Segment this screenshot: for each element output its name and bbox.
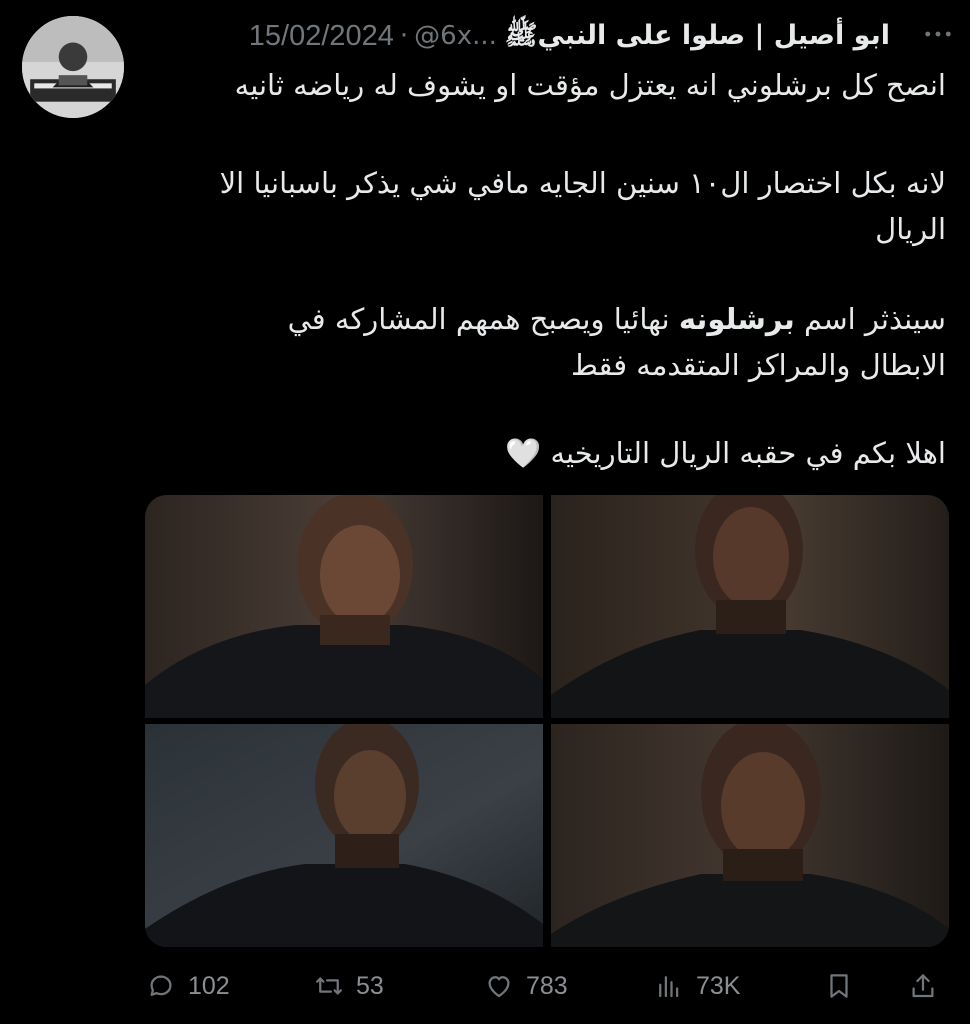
views-count: 73K (696, 971, 741, 1000)
tweet-text-segment: اهلا بكم في حقبه الريال التاريخيه (550, 436, 946, 470)
tweet-text-segment: نهائيا ويصبح همهم المشاركه في (287, 302, 670, 336)
tweet-text-line: الابطال والمراكز المتقدمه فقط (571, 348, 946, 382)
action-bar: 102 53 783 73K (0, 960, 970, 1012)
more-dots-icon (925, 31, 951, 37)
reply-icon (150, 975, 172, 996)
tweet-date[interactable]: 15/02/2024 (249, 14, 394, 58)
player-photo-2[interactable] (551, 495, 949, 718)
media-grid (145, 495, 949, 947)
analytics-bars-icon (659, 976, 679, 998)
retweet-button[interactable]: 53 (314, 960, 384, 1012)
player-photo-3[interactable] (145, 724, 543, 947)
like-count: 783 (526, 971, 568, 1000)
views-button[interactable]: 73K (654, 960, 740, 1012)
reply-button[interactable]: 102 (146, 960, 230, 1012)
author-avatar[interactable] (22, 16, 124, 118)
tweet-text-line: اهلا بكم في حقبه الريال التاريخيه 🤍 (505, 432, 946, 474)
like-button[interactable]: 783 (484, 960, 568, 1012)
bookmark-icon (830, 974, 848, 998)
reply-count: 102 (188, 971, 230, 1000)
share-button[interactable] (908, 960, 950, 1012)
bookmark-button[interactable] (824, 960, 866, 1012)
retweet-icon (316, 977, 342, 995)
player-photo-1[interactable] (145, 495, 543, 718)
tweet-text-line: سينذثر اسم برشلونه نهائيا ويصبح همهم الم… (288, 298, 946, 340)
tweet: ابو أصيل | صلوا على النبيﷺ @6x... · 15/0… (0, 0, 970, 1024)
share-upload-icon (912, 974, 934, 998)
player-photo-4[interactable] (551, 724, 949, 947)
tweet-text-line: الريال (875, 212, 946, 246)
tweet-text-line: لانه بكل اختصار ال١٠ سنين الجايه مافي شي… (219, 166, 946, 200)
player-portrait-icon (145, 495, 543, 718)
tweet-text-segment: سينذثر اسم (804, 302, 946, 336)
retweet-count: 53 (356, 971, 384, 1000)
player-portrait-icon (551, 495, 949, 718)
white-heart-icon: 🤍 (505, 436, 542, 470)
author-handle[interactable]: @6x... (414, 14, 497, 58)
heart-icon (488, 976, 510, 998)
more-options-button[interactable] (918, 14, 958, 54)
player-portrait-icon (145, 724, 543, 947)
header-separator: · (399, 21, 409, 51)
tweet-header: ابو أصيل | صلوا على النبيﷺ @6x... · 15/0… (150, 14, 890, 58)
tweet-text-bold: برشلونه (678, 302, 795, 336)
author-display-name[interactable]: ابو أصيل | صلوا على النبيﷺ (505, 14, 890, 58)
avatar-photo-icon (22, 16, 124, 118)
player-portrait-icon (551, 724, 949, 947)
tweet-text-line: انصح كل برشلوني انه يعتزل مؤقت او يشوف ل… (234, 68, 946, 102)
